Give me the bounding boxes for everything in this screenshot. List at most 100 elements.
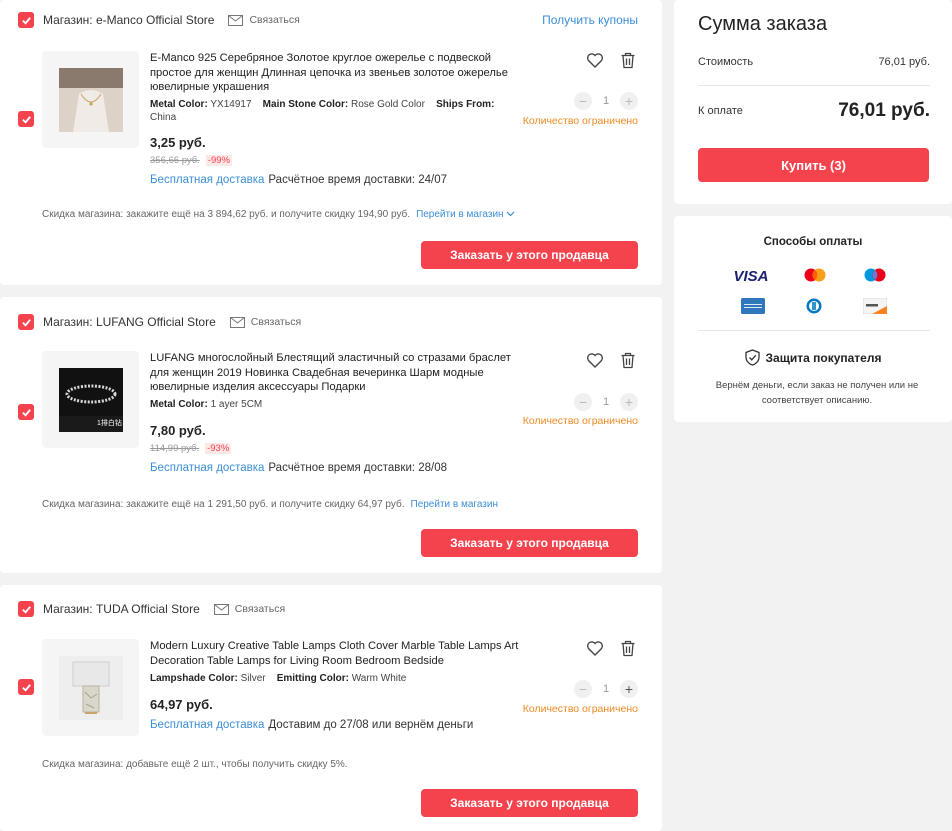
free-shipping-label: Бесплатная доставка [150, 174, 265, 186]
store-checkbox[interactable] [18, 12, 34, 28]
prop-value: China [150, 112, 177, 123]
delivery-estimate: Расчётное время доставки: 24/07 [268, 174, 448, 186]
discount-badge: -99% [205, 155, 232, 166]
store-discount-row: Скидка магазина: закажите ещё на 1 291,5… [42, 499, 498, 510]
decrease-qty-button[interactable]: − [574, 92, 592, 110]
trash-icon[interactable] [620, 352, 636, 369]
summary-title: Сумма заказа [698, 13, 828, 35]
envelope-icon [229, 316, 245, 328]
check-icon [21, 408, 31, 417]
mastercard-icon [804, 268, 826, 282]
shield-check-icon [744, 349, 760, 366]
chevron-down-icon [506, 211, 515, 217]
item-checkbox[interactable] [18, 111, 34, 127]
quantity-stepper: − 1 + [574, 393, 638, 411]
get-coupons-link[interactable]: Получить купоны [542, 13, 638, 27]
qty-value[interactable]: 1 [603, 683, 609, 695]
product-title[interactable]: LUFANG многослойный Блестящий эластичный… [150, 351, 520, 395]
item-actions [586, 352, 636, 369]
store-header: Магазин: e-Manco Official Store Связатьс… [18, 10, 638, 30]
limited-qty-note: Количество ограничено [522, 415, 638, 427]
quantity-stepper: − 1 + [574, 92, 638, 110]
contact-seller-link[interactable]: Связаться [229, 316, 302, 328]
necklace-photo [58, 67, 123, 132]
prop-key: Main Stone Color: [262, 99, 349, 110]
maestro-icon [864, 268, 886, 282]
store-checkbox[interactable] [18, 601, 34, 617]
limited-qty-note: Количество ограничено [522, 703, 638, 715]
store-discount-row: Скидка магазина: закажите ещё на 3 894,6… [42, 209, 515, 220]
payment-title: Способы оплаты [763, 236, 863, 248]
decrease-qty-button[interactable]: − [574, 393, 592, 411]
shipping-info: Бесплатная доставка Расчётное время доста… [150, 462, 447, 474]
contact-label: Связаться [234, 603, 286, 615]
cost-label: Стоимость [698, 56, 754, 68]
check-icon [21, 16, 31, 25]
wishlist-heart-icon[interactable] [586, 52, 604, 69]
order-from-seller-button[interactable]: Заказать у этого продавца [421, 529, 638, 557]
order-from-seller-button[interactable]: Заказать у этого продавца [421, 789, 638, 817]
prop-key: Emitting Color: [276, 673, 349, 684]
store-discount-text: Скидка магазина: закажите ещё на 1 291,5… [42, 499, 405, 510]
product-price: 7,80 руб. [150, 423, 206, 438]
item-checkbox[interactable] [18, 404, 34, 420]
store-header: Магазин: LUFANG Official Store Связаться [18, 312, 638, 332]
shipping-info: Бесплатная доставка Расчётное время доста… [150, 174, 447, 186]
increase-qty-button[interactable]: + [620, 92, 638, 110]
prop-key: Metal Color: [150, 99, 208, 110]
increase-qty-button[interactable]: + [620, 393, 638, 411]
prop-value: YX14917 [210, 99, 252, 110]
envelope-icon [228, 14, 244, 26]
go-to-store-link[interactable]: Перейти в магазин [416, 209, 515, 220]
store-card-tuda: Магазин: TUDA Official Store Связаться M… [0, 585, 662, 831]
item-checkbox[interactable] [18, 679, 34, 695]
contact-seller-link[interactable]: Связаться [228, 14, 300, 26]
store-name[interactable]: Магазин: TUDA Official Store [43, 602, 200, 616]
product-image[interactable] [42, 51, 139, 148]
shipping-info: Бесплатная доставка Доставим до 27/08 или… [150, 719, 473, 731]
maestro-logo [860, 267, 890, 285]
buy-button[interactable]: Купить (3) [698, 148, 929, 182]
decrease-qty-button[interactable]: − [574, 680, 592, 698]
check-icon [21, 683, 31, 692]
qty-value[interactable]: 1 [603, 396, 609, 408]
prop-key: Lampshade Color: [150, 673, 238, 684]
store-name[interactable]: Магазин: LUFANG Official Store [43, 315, 216, 329]
qty-value[interactable]: 1 [603, 95, 609, 107]
cost-row: Стоимость 76,01 руб. [698, 56, 930, 68]
store-checkbox[interactable] [18, 314, 34, 330]
product-image[interactable]: 1排白钻 [42, 351, 139, 448]
contact-seller-link[interactable]: Связаться [213, 603, 286, 615]
product-title[interactable]: Modern Luxury Creative Table Lamps Cloth… [150, 639, 520, 668]
protection-text: Вернём деньги, если заказ не получен или… [715, 380, 919, 406]
store-name[interactable]: Магазин: e-Manco Official Store [43, 13, 214, 27]
contact-label: Связаться [250, 316, 302, 328]
prop-value: Silver [240, 673, 266, 684]
mastercard-logo [800, 267, 830, 285]
store-card-emanco: Магазин: e-Manco Official Store Связатьс… [0, 0, 662, 285]
total-row: К оплате 76,01 руб. [698, 100, 930, 122]
increase-qty-button[interactable]: + [620, 680, 638, 698]
check-icon [21, 115, 31, 124]
prop-value: 1 ayer 5CM [210, 399, 263, 410]
go-to-store-link[interactable]: Перейти в магазин [411, 499, 499, 510]
payment-divider [698, 330, 930, 331]
check-icon [21, 318, 31, 327]
free-shipping-label: Бесплатная доставка [150, 719, 265, 731]
prop-key: Metal Color: [150, 399, 208, 410]
product-properties: Metal Color: YX14917 Main Stone Color: R… [150, 98, 510, 124]
product-image[interactable] [42, 639, 139, 736]
item-actions [586, 52, 636, 69]
trash-icon[interactable] [620, 640, 636, 657]
payment-methods-panel: Способы оплаты VISA Защита покупателя Ве… [674, 216, 952, 422]
visa-logo-text: VISA [733, 267, 769, 285]
trash-icon[interactable] [620, 52, 636, 69]
old-price-row: 114,99 руб. -93% [150, 443, 232, 454]
prop-value: Rose Gold Color [351, 99, 425, 110]
order-from-seller-button[interactable]: Заказать у этого продавца [421, 241, 638, 269]
wishlist-heart-icon[interactable] [586, 352, 604, 369]
wishlist-heart-icon[interactable] [586, 640, 604, 657]
delivery-estimate: Расчётное время доставки: 28/08 [268, 462, 448, 474]
cost-value: 76,01 руб. [878, 56, 930, 68]
product-title[interactable]: E-Manco 925 Серебряное Золотое круглое о… [150, 51, 520, 95]
